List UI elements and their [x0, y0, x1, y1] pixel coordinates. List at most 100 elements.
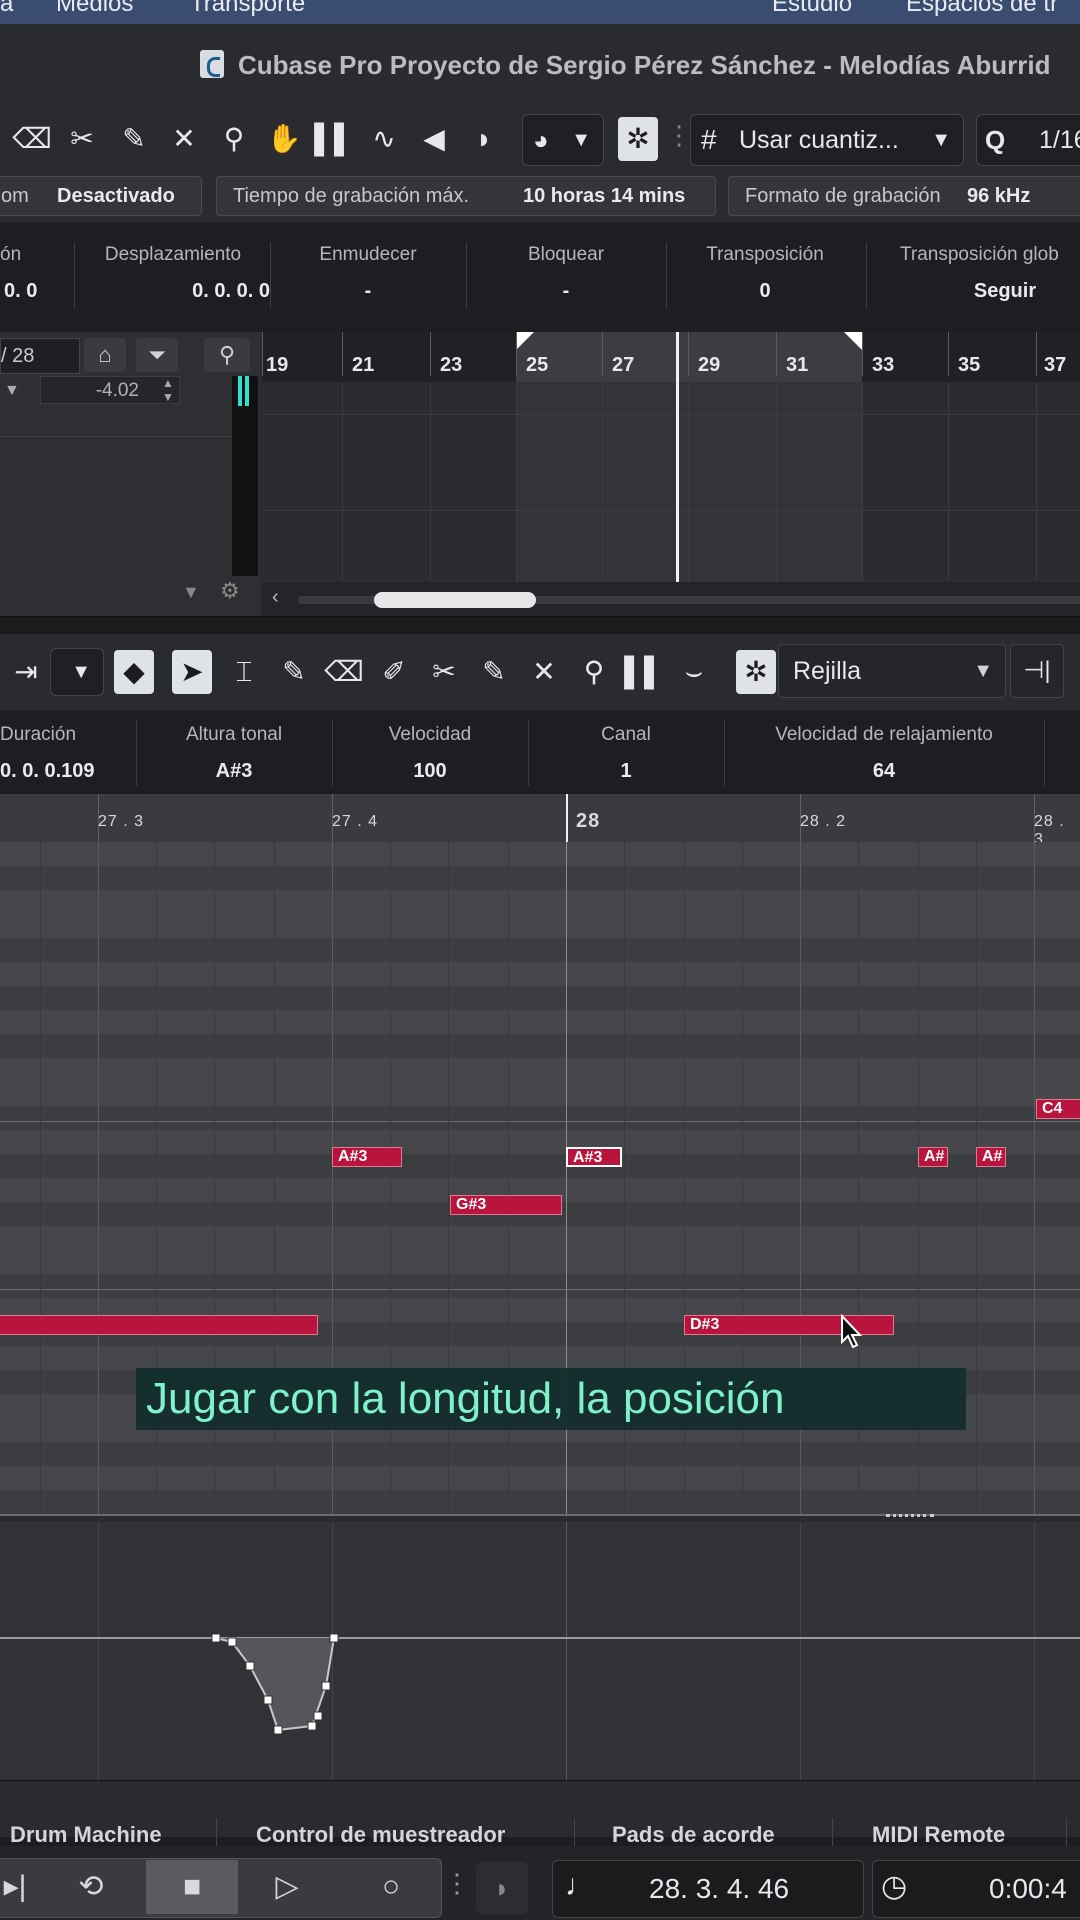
filter-icon[interactable]: ⏷	[136, 338, 178, 372]
note-info-value-velocity[interactable]: 100	[332, 760, 528, 783]
midi-note-selected[interactable]: A#3	[566, 1147, 622, 1167]
solo-editor-icon[interactable]: ◆	[114, 650, 154, 694]
tab-midi-remote[interactable]: MIDI Remote	[872, 1822, 1005, 1848]
stop-icon[interactable]: ■	[146, 1860, 238, 1914]
record-format-indicator[interactable]: Formato de grabación 96 kHz	[728, 176, 1080, 216]
editor-dropdown[interactable]: ▼	[50, 648, 104, 696]
trim-icon[interactable]: ⌣	[674, 650, 714, 694]
mute-x-icon[interactable]: ✕	[524, 650, 564, 694]
ruler-28: 28	[576, 810, 601, 832]
midi-note[interactable]: C4	[1036, 1099, 1080, 1119]
visibility-icon[interactable]: ⌂	[84, 338, 126, 372]
arrange-area[interactable]	[262, 332, 1080, 582]
piano-roll-ruler[interactable]: 27 . 3 27 . 4 28 28 . 2 28 . 3	[0, 794, 1080, 848]
tab-chord-pads[interactable]: Pads de acorde	[612, 1822, 775, 1848]
draw-icon[interactable]: ✎	[274, 650, 314, 694]
infobar-item-1[interactable]: om Desactivado	[0, 176, 202, 216]
info-bar: om Desactivado Tiempo de grabación máx. …	[0, 170, 1080, 222]
menu-item-transporte[interactable]: Transporte	[190, 0, 305, 18]
info-value-offset[interactable]: 0. 0. 0. 0	[76, 280, 270, 303]
cycle-range[interactable]	[516, 332, 862, 382]
info-value-mute[interactable]: -	[270, 280, 466, 303]
info-value-transpose[interactable]: 0	[666, 280, 864, 303]
gear-icon[interactable]: ⚙	[220, 578, 240, 604]
zoom-icon[interactable]: ⚲	[214, 117, 254, 161]
info-value-lock[interactable]: -	[466, 280, 666, 303]
info-value-global-transpose[interactable]: Seguir	[900, 280, 1080, 303]
insert-icon[interactable]: ⊣|	[1010, 644, 1064, 698]
punch-icon[interactable]: ◗	[476, 1862, 528, 1914]
zoom-icon[interactable]: ⚲	[574, 650, 614, 694]
grid-icon: #	[701, 124, 717, 155]
play-icon[interactable]: ▷	[248, 1860, 326, 1914]
note-info-value-duration[interactable]: 0. 0. 0.109	[0, 760, 95, 783]
info-header-lock: Bloquear	[527, 244, 605, 265]
track-counter[interactable]: / 28	[0, 338, 80, 374]
note-info-value-channel[interactable]: 1	[528, 760, 724, 783]
eraser-icon[interactable]: ⌫	[12, 117, 52, 161]
comp-icon[interactable]: ▌▌	[624, 650, 664, 694]
record-icon[interactable]: ○	[352, 1860, 430, 1914]
controller-curve[interactable]	[0, 1522, 1080, 1780]
chevron-down-icon[interactable]: ▼	[182, 582, 200, 603]
go-to-end-icon[interactable]: ▸|	[0, 1860, 54, 1914]
controller-lane[interactable]	[0, 1522, 1080, 1780]
midi-note[interactable]: G#3	[450, 1195, 562, 1215]
glue-icon[interactable]: ✎	[474, 650, 514, 694]
note-info-header-velocity: Velocidad	[388, 724, 472, 745]
volume-field[interactable]: -4.02	[40, 376, 180, 404]
midi-note[interactable]: A#	[976, 1147, 1006, 1167]
menu-item-medios[interactable]: Medios	[56, 0, 133, 18]
menu-item-estudio[interactable]: Estudio	[772, 0, 852, 18]
mode-dropdown[interactable]: ◕ ▼	[522, 114, 604, 166]
note-info-value-release-velocity[interactable]: 64	[724, 760, 1044, 783]
tab-sampler-control[interactable]: Control de muestreador	[256, 1822, 505, 1848]
scrollbar-thumb[interactable]	[374, 592, 536, 608]
right-locator[interactable]	[844, 332, 862, 350]
chevron-down-icon[interactable]: ▼	[4, 382, 20, 400]
comp-icon[interactable]: ▌▌	[314, 117, 354, 161]
scissors-icon[interactable]: ✂	[62, 117, 102, 161]
arrange-scrollbar[interactable]: ‹	[262, 582, 1080, 616]
mute-icon[interactable]: ◀	[414, 117, 454, 161]
line-icon[interactable]: ✐	[374, 650, 414, 694]
eraser-icon[interactable]: ⌫	[324, 650, 364, 694]
object-select-icon[interactable]: ➤	[172, 650, 212, 694]
search-icon[interactable]: ⚲	[204, 338, 250, 372]
midi-note[interactable]: A#	[918, 1147, 948, 1167]
snap-type-dropdown[interactable]: # Usar cuantiz... ▼	[690, 114, 964, 166]
hand-icon[interactable]: ✋	[264, 117, 304, 161]
snap-toggle-icon[interactable]: ✲	[618, 117, 658, 161]
left-locator[interactable]	[516, 332, 534, 350]
glue-icon[interactable]: ✎	[114, 117, 154, 161]
info-value-start[interactable]: 0. 0	[4, 280, 64, 303]
note-info-value-pitch[interactable]: A#3	[136, 760, 332, 783]
stepper-icon[interactable]: ▲ ▼	[162, 376, 174, 404]
color-icon[interactable]: ◗	[464, 117, 504, 161]
grid-type-dropdown[interactable]: Rejilla ▼	[778, 644, 1006, 698]
primary-time-display[interactable]: ♩ 28. 3. 4. 46	[552, 1860, 864, 1918]
cycle-icon[interactable]: ⟲	[52, 1860, 130, 1914]
note-info-line: Duración 0. 0. 0.109 Altura tonal A#3 Ve…	[0, 710, 1080, 794]
warp-icon[interactable]: ∿	[364, 117, 404, 161]
note-info-header-channel: Canal	[601, 724, 651, 745]
mute-x-icon[interactable]: ✕	[164, 117, 204, 161]
midi-note[interactable]	[0, 1315, 318, 1335]
arrange-ruler[interactable]: 19 21 23 25 27 29 31 33 35 37	[262, 332, 1080, 382]
scroll-left-icon[interactable]: ‹	[272, 586, 279, 609]
scissors-icon[interactable]: ✂	[424, 650, 464, 694]
snap-toggle-icon[interactable]: ✲	[736, 650, 776, 694]
tab-drum-machine[interactable]: Drum Machine	[10, 1822, 162, 1848]
resize-handle-icon[interactable]	[886, 1514, 934, 1521]
range-select-icon[interactable]: ⌶	[224, 650, 264, 694]
menu-item-partial[interactable]: a	[0, 0, 13, 18]
secondary-time-display[interactable]: ◷ 0:00:4	[872, 1860, 1080, 1918]
menu-item-espacios[interactable]: Espacios de tr	[906, 0, 1058, 18]
midi-note[interactable]: A#3	[332, 1147, 402, 1167]
auto-scroll-icon[interactable]: ⇥	[6, 650, 46, 694]
ruler-bar-29: 29	[698, 354, 721, 376]
playhead-cursor[interactable]	[676, 332, 679, 582]
zone-splitter[interactable]	[0, 616, 1080, 636]
quantize-dropdown[interactable]: Q 1/16	[976, 114, 1080, 166]
record-time-indicator[interactable]: Tiempo de grabación máx. 10 horas 14 min…	[216, 176, 716, 216]
